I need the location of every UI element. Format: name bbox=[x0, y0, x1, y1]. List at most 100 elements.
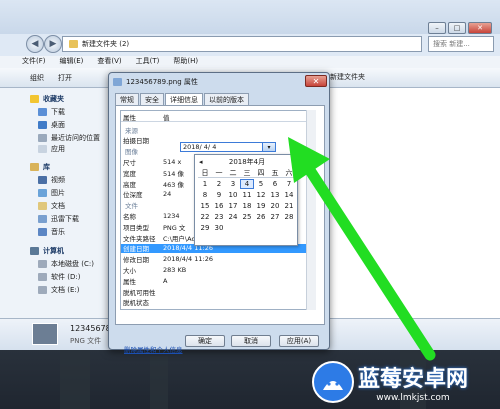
calendar-day[interactable]: 30 bbox=[212, 223, 226, 233]
ok-button[interactable]: 确定 bbox=[185, 335, 225, 347]
forward-button[interactable]: ▶ bbox=[44, 35, 62, 53]
menu-tools[interactable]: 工具(T) bbox=[136, 56, 160, 68]
maximize-button[interactable]: □ bbox=[448, 22, 466, 34]
calendar-day[interactable]: 25 bbox=[240, 212, 254, 222]
dialog-close-button[interactable]: ✕ bbox=[305, 75, 327, 87]
details-filename: 12345678 bbox=[70, 324, 111, 333]
nav-item-label: 图片 bbox=[51, 188, 65, 197]
calendar-day[interactable]: 24 bbox=[226, 212, 240, 222]
property-key: 文件夹路径 bbox=[123, 234, 156, 243]
nav-item-documents[interactable]: 文档 bbox=[0, 199, 109, 212]
nav-item-videos[interactable]: 视频 bbox=[0, 173, 109, 186]
nav-item-desktop[interactable]: 桌面 bbox=[0, 118, 109, 131]
star-icon bbox=[30, 94, 39, 103]
weekday-header: 一 bbox=[212, 168, 226, 178]
nav-item-label: 音乐 bbox=[51, 227, 65, 236]
remove-properties-link[interactable]: 删除属性和个人信息 bbox=[124, 344, 183, 354]
nav-favorites[interactable]: 收藏夹 bbox=[0, 92, 109, 105]
nav-item-label: 文档 (E:) bbox=[51, 285, 80, 294]
nav-computer-label: 计算机 bbox=[43, 246, 64, 255]
date-taken-value: 2018/ 4/ 4 bbox=[183, 143, 217, 151]
property-key: 来源 bbox=[125, 126, 138, 135]
nav-item-label: 文档 bbox=[51, 201, 65, 210]
calendar-day[interactable]: 2 bbox=[212, 179, 226, 189]
nav-item-drive-d[interactable]: 软件 (D:) bbox=[0, 270, 109, 283]
property-key: 脱机可用性 bbox=[123, 288, 156, 297]
watermark-text-block: 蓝莓安卓网 www.lmkjst.com bbox=[358, 361, 468, 403]
address-bar[interactable]: 新建文件夹 (2) bbox=[62, 36, 422, 52]
tab-security[interactable]: 安全 bbox=[140, 93, 164, 105]
search-input[interactable]: 搜索 新建... bbox=[428, 36, 494, 52]
property-key: 宽度 bbox=[123, 169, 136, 178]
calendar-day[interactable]: 26 bbox=[254, 212, 268, 222]
menu-file[interactable]: 文件(F) bbox=[22, 56, 46, 68]
nav-computer[interactable]: 计算机 bbox=[0, 244, 109, 257]
property-key: 图像 bbox=[125, 148, 138, 157]
drive-icon bbox=[38, 259, 47, 268]
file-thumbnail bbox=[32, 323, 58, 345]
nav-item-music[interactable]: 音乐 bbox=[0, 225, 109, 238]
nav-libraries-label: 库 bbox=[43, 162, 50, 171]
nav-item-label: 桌面 bbox=[51, 120, 65, 129]
calendar-day[interactable]: 1 bbox=[198, 179, 212, 189]
minimize-button[interactable]: – bbox=[428, 22, 446, 34]
calendar-day[interactable]: 16 bbox=[212, 201, 226, 211]
calendar-day[interactable]: 15 bbox=[198, 201, 212, 211]
menu-bar: 文件(F) 编辑(E) 查看(V) 工具(T) 帮助(H) bbox=[0, 56, 500, 68]
header-property[interactable]: 属性 bbox=[121, 112, 163, 122]
calendar-day[interactable]: 3 bbox=[226, 179, 240, 189]
calendar-day[interactable]: 5 bbox=[254, 179, 268, 189]
open-button[interactable]: 打开 bbox=[58, 73, 72, 83]
calendar-day[interactable]: 19 bbox=[254, 201, 268, 211]
nav-item-drive-e[interactable]: 文档 (E:) bbox=[0, 283, 109, 296]
download-icon bbox=[38, 107, 47, 116]
menu-view[interactable]: 查看(V) bbox=[97, 56, 121, 68]
calendar-month-title[interactable]: 2018年4月 bbox=[229, 157, 265, 167]
calendar-day[interactable]: 29 bbox=[198, 223, 212, 233]
calendar-day[interactable]: 8 bbox=[198, 190, 212, 200]
property-key: 修改日期 bbox=[123, 256, 149, 265]
nav-item-xunlei[interactable]: 迅雷下载 bbox=[0, 212, 109, 225]
property-key: 高度 bbox=[123, 180, 136, 189]
property-key: 创建日期 bbox=[123, 245, 149, 254]
nav-item-label: 本地磁盘 (C:) bbox=[51, 259, 94, 268]
calendar-day[interactable]: 22 bbox=[198, 212, 212, 222]
calendar-day[interactable]: 10 bbox=[226, 190, 240, 200]
explorer-close-button[interactable]: ✕ bbox=[468, 22, 492, 34]
recent-places-icon bbox=[38, 133, 47, 142]
menu-edit[interactable]: 编辑(E) bbox=[60, 56, 84, 68]
tab-general[interactable]: 常规 bbox=[115, 93, 139, 105]
tab-previous-versions[interactable]: 以前的版本 bbox=[204, 93, 249, 105]
nav-item-label: 下载 bbox=[51, 107, 65, 116]
image-file-icon bbox=[113, 78, 122, 86]
nav-item-apps[interactable]: 应用 bbox=[0, 144, 109, 154]
watermark: 蓝莓安卓网 www.lmkjst.com bbox=[312, 355, 500, 409]
prev-month-icon[interactable]: ◂ bbox=[199, 158, 203, 166]
nav-item-drive-c[interactable]: 本地磁盘 (C:) bbox=[0, 257, 109, 270]
column-header[interactable]: 新建文件夹 bbox=[330, 72, 365, 82]
back-button[interactable]: ◀ bbox=[26, 35, 44, 53]
calendar-day[interactable]: 9 bbox=[212, 190, 226, 200]
calendar-day[interactable]: 12 bbox=[254, 190, 268, 200]
cancel-button[interactable]: 取消 bbox=[231, 335, 271, 347]
nav-item-downloads[interactable]: 下载 bbox=[0, 105, 109, 118]
nav-item-pictures[interactable]: 图片 bbox=[0, 186, 109, 199]
calendar-day[interactable]: 17 bbox=[226, 201, 240, 211]
date-taken-field[interactable]: 2018/ 4/ 4 bbox=[180, 142, 264, 152]
organize-button[interactable]: 组织 bbox=[30, 73, 44, 83]
calendar-day[interactable]: 23 bbox=[212, 212, 226, 222]
section-header-row[interactable]: 来源 bbox=[121, 125, 307, 135]
nav-item-recent[interactable]: 最近访问的位置 bbox=[0, 131, 109, 144]
header-value[interactable]: 值 bbox=[163, 112, 307, 122]
folder-icon bbox=[69, 40, 78, 48]
calendar-day[interactable]: 11 bbox=[240, 190, 254, 200]
picture-icon bbox=[38, 188, 47, 197]
nav-libraries[interactable]: 库 bbox=[0, 160, 109, 173]
menu-help[interactable]: 帮助(H) bbox=[173, 56, 198, 68]
calendar-day-selected[interactable]: 4 bbox=[240, 179, 254, 189]
calendar-day[interactable]: 18 bbox=[240, 201, 254, 211]
computer-icon bbox=[30, 246, 39, 255]
calendar-dropdown-button[interactable]: ▾ bbox=[262, 142, 276, 152]
property-key: 项目类型 bbox=[123, 223, 149, 232]
weekday-header: 日 bbox=[198, 168, 212, 178]
